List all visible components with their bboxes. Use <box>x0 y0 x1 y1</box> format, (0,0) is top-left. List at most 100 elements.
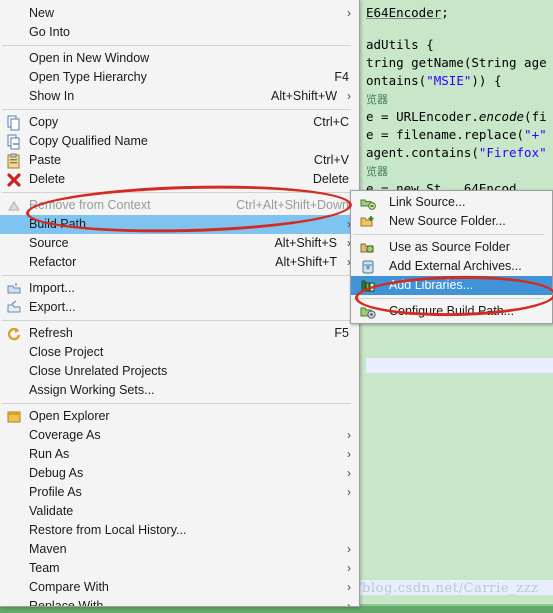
menu-item-open-in-new-window[interactable]: Open in New Window <box>0 49 359 68</box>
menu-item-label: Refactor <box>29 255 77 269</box>
configure-build-path-icon <box>360 304 376 320</box>
submenu-chevron-right-icon: › <box>347 6 351 20</box>
menu-item-label: Refresh <box>29 326 73 340</box>
open-explorer-icon <box>6 409 22 425</box>
menu-separator <box>2 109 351 110</box>
submenu-item-new-source-folder[interactable]: New Source Folder... <box>351 212 552 231</box>
copy-qualified-name-icon <box>6 134 22 150</box>
menu-item-label: Close Project <box>29 345 104 359</box>
menu-item-delete[interactable]: Delete Delete <box>0 170 359 189</box>
code-line: e = URLEncoder.encode(fi <box>366 109 547 124</box>
menu-item-profile-as[interactable]: Profile As › <box>0 483 359 502</box>
menu-item-copy-qualified-name[interactable]: Copy Qualified Name <box>0 132 359 151</box>
menu-separator <box>353 298 544 299</box>
menu-item-maven[interactable]: Maven › <box>0 540 359 559</box>
no-icon <box>6 580 22 596</box>
menu-item-validate[interactable]: Validate <box>0 502 359 521</box>
menu-separator <box>2 275 351 276</box>
no-icon <box>6 561 22 577</box>
submenu-chevron-right-icon: › <box>347 447 351 461</box>
code-line: ontains("MSIE")) { <box>366 73 502 88</box>
submenu-chevron-right-icon: › <box>347 542 351 556</box>
menu-item-label: Configure Build Path... <box>389 304 515 318</box>
no-icon <box>6 364 22 380</box>
menu-item-remove-from-context: Remove from Context Ctrl+Alt+Shift+Down <box>0 196 359 215</box>
menu-item-team[interactable]: Team › <box>0 559 359 578</box>
menu-item-open-explorer[interactable]: Open Explorer <box>0 407 359 426</box>
menu-item-shortcut: Alt+Shift+S <box>274 236 337 250</box>
submenu-item-configure-build-path[interactable]: Configure Build Path... <box>351 302 552 321</box>
menu-item-refresh[interactable]: Refresh F5 <box>0 324 359 343</box>
menu-item-label: Source <box>29 236 69 250</box>
no-icon <box>6 51 22 67</box>
menu-item-new[interactable]: New › <box>0 4 359 23</box>
menu-item-label: Open in New Window <box>29 51 150 65</box>
menu-item-label: Use as Source Folder <box>389 240 510 254</box>
menu-item-compare-with[interactable]: Compare With › <box>0 578 359 597</box>
code-line: adUtils { <box>366 37 434 52</box>
submenu-chevron-right-icon: › <box>347 428 351 442</box>
no-icon <box>6 89 22 105</box>
menu-item-restore-from-local-history[interactable]: Restore from Local History... <box>0 521 359 540</box>
menu-item-paste[interactable]: Paste Ctrl+V <box>0 151 359 170</box>
no-icon <box>6 485 22 501</box>
no-icon <box>6 466 22 482</box>
editor-current-line-highlight <box>366 358 553 373</box>
menu-item-label: Build Path <box>29 217 86 231</box>
menu-item-copy[interactable]: Copy Ctrl+C <box>0 113 359 132</box>
menu-item-label: Open Explorer <box>29 409 110 423</box>
menu-separator <box>2 45 351 46</box>
menu-item-label: Team <box>29 561 60 575</box>
no-icon <box>6 447 22 463</box>
submenu-item-add-libraries[interactable]: Add Libraries... <box>351 276 552 295</box>
menu-separator <box>353 234 544 235</box>
menu-item-replace-with[interactable]: Replace With › <box>0 597 359 607</box>
no-icon <box>6 236 22 252</box>
menu-item-shortcut: Ctrl+Alt+Shift+Down <box>236 198 349 212</box>
menu-item-build-path[interactable]: Build Path › <box>0 215 359 234</box>
menu-separator <box>2 403 351 404</box>
paste-icon <box>6 153 22 169</box>
menu-item-label: Replace With <box>29 599 104 607</box>
delete-icon <box>6 172 22 188</box>
menu-item-close-unrelated-projects[interactable]: Close Unrelated Projects <box>0 362 359 381</box>
menu-item-export[interactable]: Export... <box>0 298 359 317</box>
menu-item-shortcut: Ctrl+C <box>313 115 349 129</box>
menu-item-label: Add External Archives... <box>389 259 522 273</box>
menu-item-shortcut: Delete <box>312 172 349 186</box>
menu-item-debug-as[interactable]: Debug As › <box>0 464 359 483</box>
code-line: E64Encoder; <box>366 5 449 20</box>
menu-item-show-in[interactable]: Show In Alt+Shift+W › <box>0 87 359 106</box>
menu-item-open-type-hierarchy[interactable]: Open Type Hierarchy F4 <box>0 68 359 87</box>
menu-item-coverage-as[interactable]: Coverage As › <box>0 426 359 445</box>
menu-item-label: New <box>29 6 55 20</box>
menu-item-label: Show In <box>29 89 75 103</box>
menu-item-label: Validate <box>29 504 74 518</box>
no-icon <box>6 345 22 361</box>
menu-item-refactor[interactable]: Refactor Alt+Shift+T › <box>0 253 359 272</box>
use-as-source-folder-icon <box>360 240 376 256</box>
menu-item-label: Paste <box>29 153 61 167</box>
menu-item-shortcut: Ctrl+V <box>313 153 349 167</box>
menu-item-import[interactable]: Import... <box>0 279 359 298</box>
code-comment-line: 览器 <box>366 165 388 178</box>
menu-item-label: Profile As <box>29 485 82 499</box>
editor-bottom-bar <box>0 606 553 613</box>
menu-item-label: Maven <box>29 542 67 556</box>
submenu-chevron-right-icon: › <box>347 485 351 499</box>
menu-item-label: Add Libraries... <box>389 278 474 292</box>
no-icon <box>6 217 22 233</box>
build-path-submenu[interactable]: Link Source... New Source Folder... Use as… <box>350 190 553 324</box>
menu-item-run-as[interactable]: Run As › <box>0 445 359 464</box>
submenu-item-add-external-archives[interactable]: Add External Archives... <box>351 257 552 276</box>
no-icon <box>6 25 22 41</box>
menu-item-go-into[interactable]: Go Into <box>0 23 359 42</box>
submenu-item-use-as-source-folder[interactable]: Use as Source Folder <box>351 238 552 257</box>
menu-item-source[interactable]: Source Alt+Shift+S › <box>0 234 359 253</box>
no-icon <box>6 6 22 22</box>
menu-item-close-project[interactable]: Close Project <box>0 343 359 362</box>
menu-item-assign-working-sets[interactable]: Assign Working Sets... <box>0 381 359 400</box>
project-context-menu[interactable]: New › Go Into Open in New Window Open Type H… <box>0 0 360 607</box>
menu-item-label: Go Into <box>29 25 70 39</box>
submenu-item-link-source[interactable]: Link Source... <box>351 193 552 212</box>
